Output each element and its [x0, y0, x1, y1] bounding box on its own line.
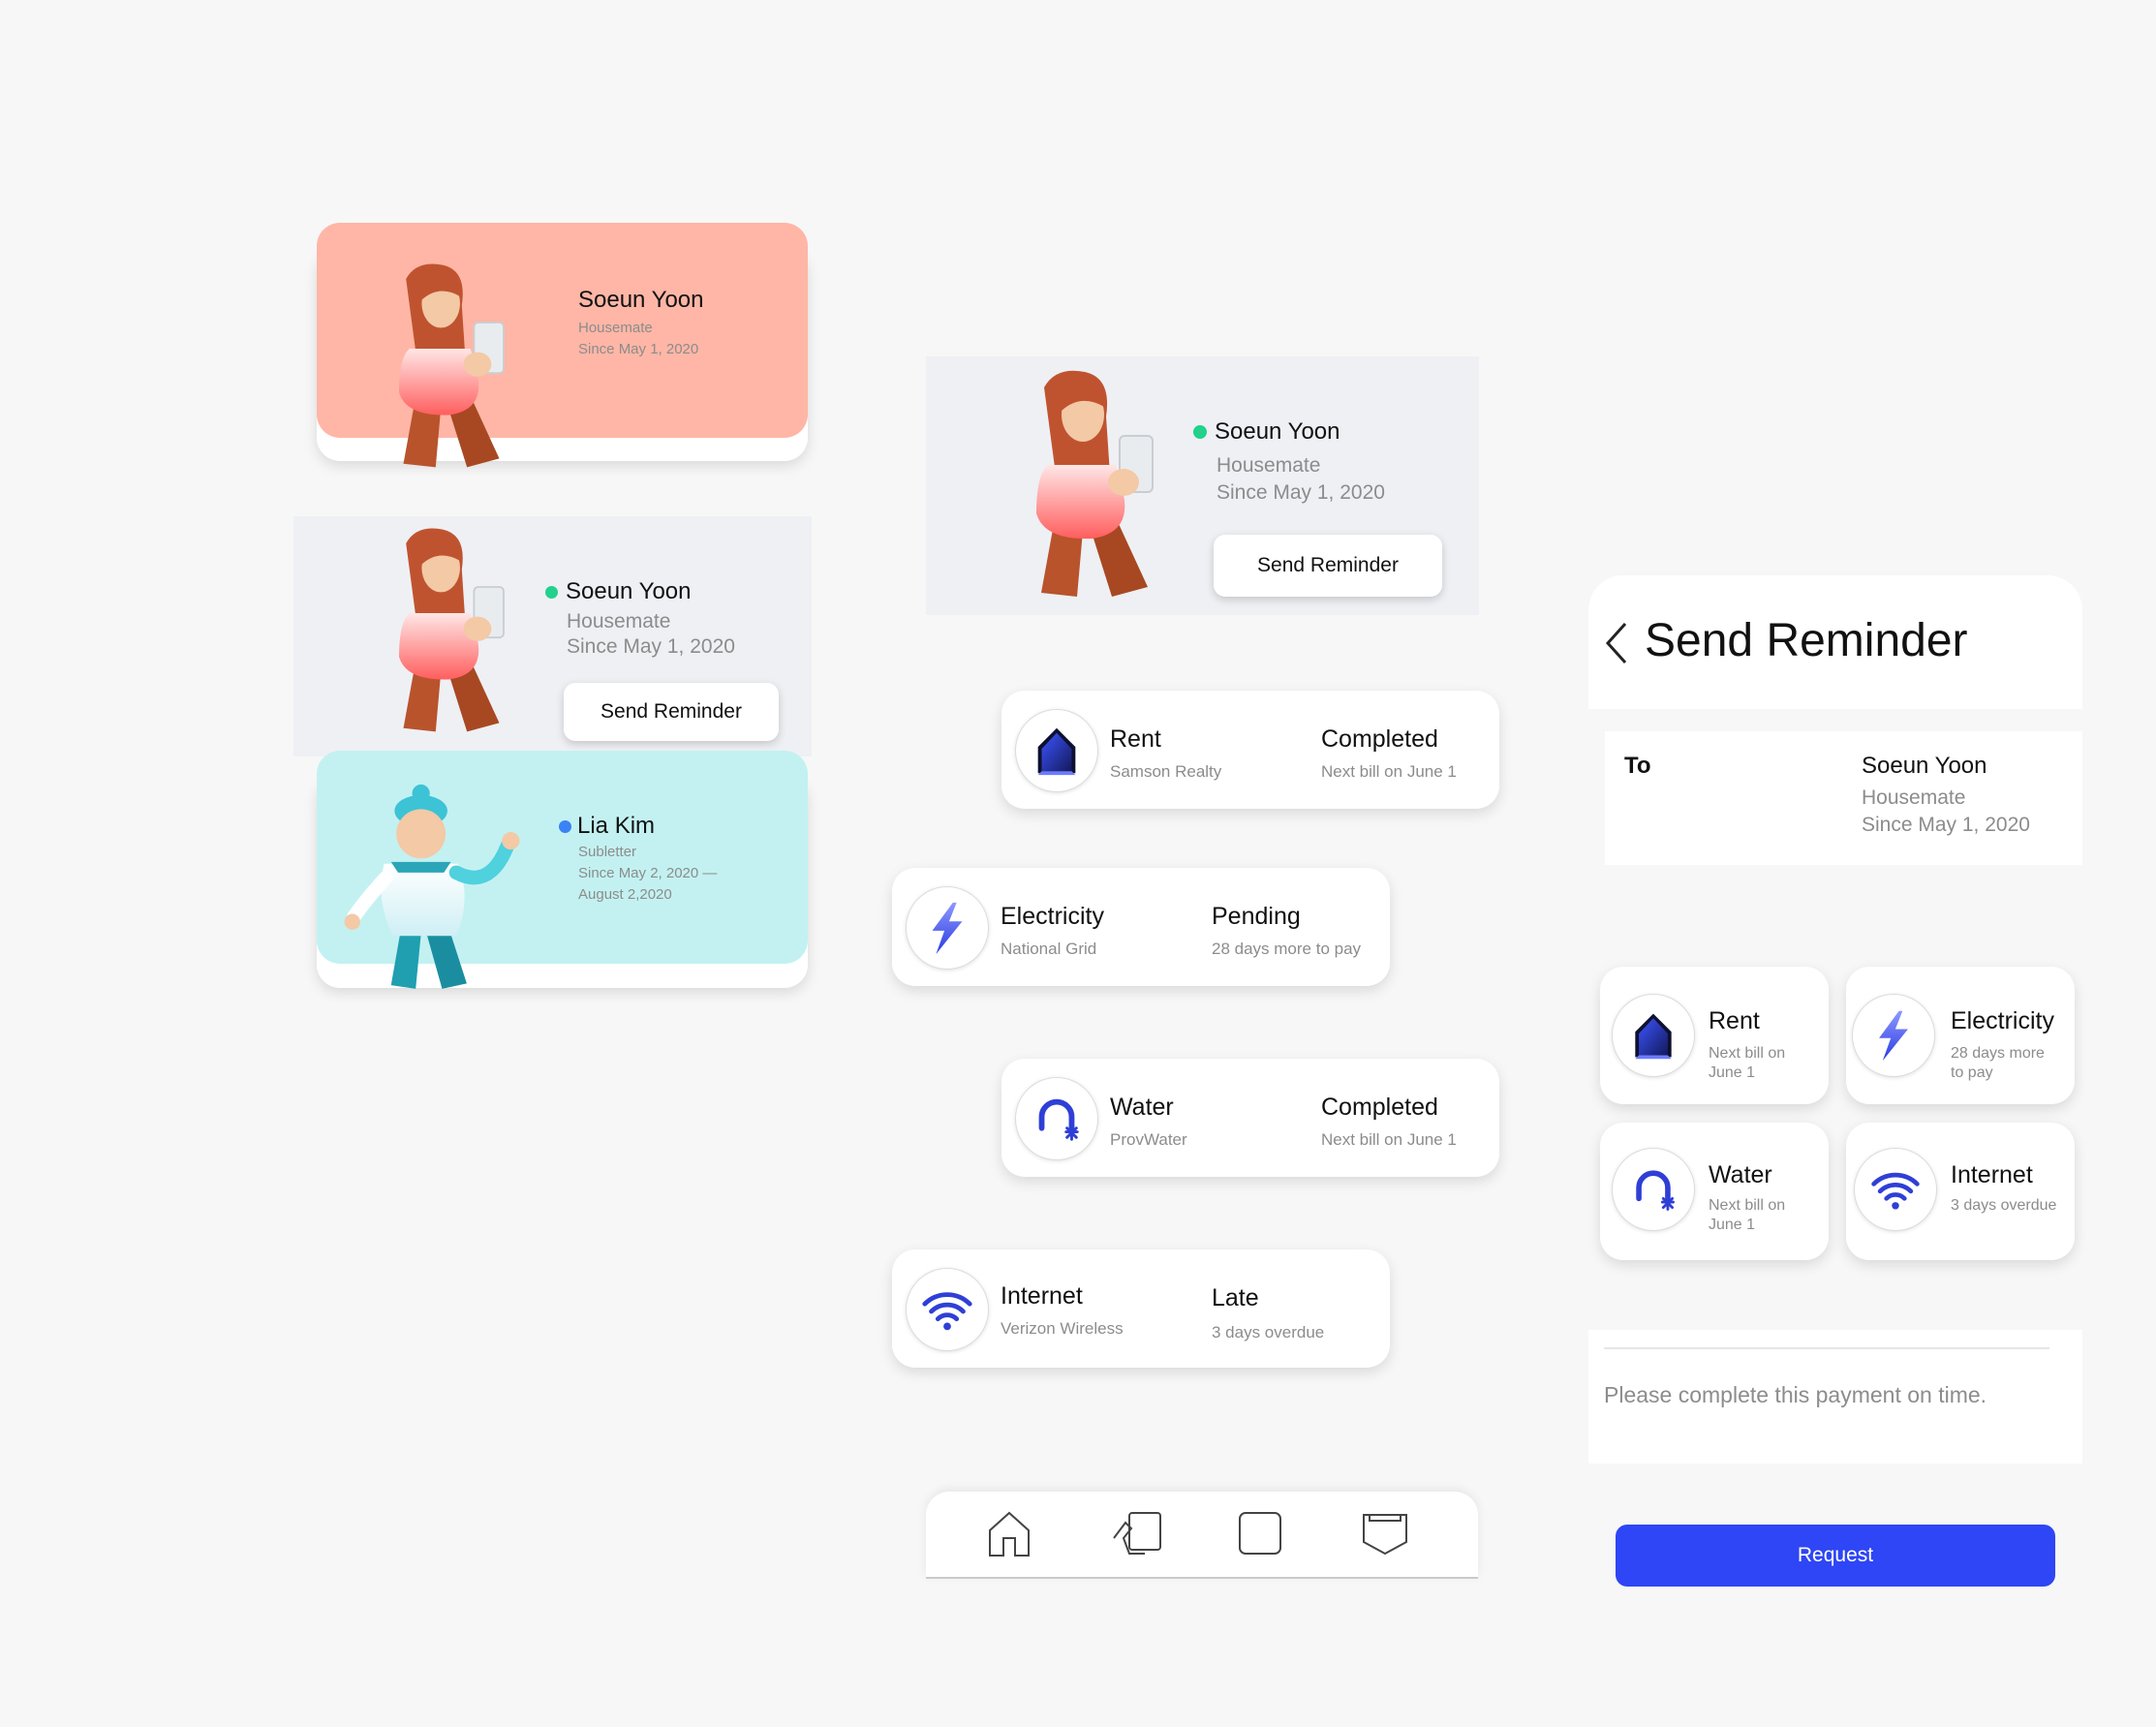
pocket-icon[interactable]: [1360, 1509, 1410, 1557]
recipient-name: Soeun Yoon: [1862, 753, 1987, 779]
divider: [1604, 1347, 2049, 1349]
bill-note: 3 days overdue: [1212, 1323, 1325, 1342]
lightning-icon: [906, 886, 989, 970]
reminder-header: Send Reminder: [1588, 575, 2082, 709]
bill-card-water[interactable]: Water ProvWater Completed Next bill on J…: [1001, 1059, 1499, 1177]
tile-sub: 3 days overdue: [1951, 1197, 2057, 1214]
profile-card-soeun-gray: Soeun Yoon Housemate Since May 1, 2020 S…: [293, 516, 812, 756]
tile-sub-2: June 1: [1709, 1217, 1756, 1233]
recipient-since: Since May 1, 2020: [1862, 814, 2030, 836]
bill-title: Electricity: [1001, 903, 1104, 930]
profile-card-soeun-large: Soeun Yoon Housemate Since May 1, 2020 S…: [926, 356, 1479, 615]
bill-title: Water: [1110, 1094, 1174, 1121]
send-reminder-button[interactable]: Send Reminder: [1214, 535, 1442, 597]
bill-title: Internet: [1001, 1282, 1083, 1310]
tile-sub-2: June 1: [1709, 1064, 1756, 1081]
wifi-icon: [1854, 1148, 1937, 1231]
profile-name: Soeun Yoon: [566, 578, 692, 604]
avatar-soeun: [988, 366, 1182, 602]
profile-name: Soeun Yoon: [578, 287, 704, 313]
page-title: Send Reminder: [1645, 615, 1968, 666]
tile-title: Water: [1709, 1161, 1772, 1188]
bill-note: Next bill on June 1: [1321, 762, 1457, 781]
bill-provider: ProvWater: [1110, 1130, 1187, 1149]
tile-title: Rent: [1709, 1007, 1760, 1034]
tile-sub: 28 days more: [1951, 1045, 2045, 1062]
bill-title: Rent: [1110, 725, 1161, 753]
tile-sub: Next bill on: [1709, 1197, 1786, 1214]
avatar-lia: [340, 778, 534, 1002]
bill-tile-internet[interactable]: Internet 3 days overdue: [1846, 1123, 2075, 1260]
tile-sub-2: to pay: [1951, 1064, 1993, 1081]
bill-tile-water[interactable]: Water Next bill on June 1: [1600, 1123, 1829, 1260]
bill-provider: Verizon Wireless: [1001, 1319, 1124, 1338]
bill-status: Pending: [1212, 903, 1301, 930]
tile-sub: Next bill on: [1709, 1045, 1786, 1062]
bill-provider: National Grid: [1001, 940, 1097, 958]
avatar-soeun: [355, 260, 530, 473]
bill-provider: Samson Realty: [1110, 762, 1222, 781]
status-dot: [559, 819, 571, 833]
house-icon: [1612, 994, 1695, 1077]
faucet-icon: [1612, 1148, 1695, 1231]
home-icon[interactable]: [986, 1509, 1032, 1557]
online-status-dot: [1193, 425, 1207, 439]
profile-card-soeun-salmon[interactable]: Soeun Yoon Housemate Since May 1, 2020: [317, 223, 808, 461]
bill-tile-electricity[interactable]: Electricity 28 days more to pay: [1846, 967, 2075, 1104]
bill-status: Completed: [1321, 725, 1438, 753]
profile-since-end: August 2,2020: [578, 886, 672, 903]
tile-title: Internet: [1951, 1161, 2033, 1188]
hand-card-icon[interactable]: [1110, 1509, 1164, 1557]
lightning-icon: [1852, 994, 1935, 1077]
recipient-role: Housemate: [1862, 786, 1966, 809]
message-input[interactable]: Please complete this payment on time.: [1604, 1382, 1987, 1408]
request-button[interactable]: Request: [1616, 1525, 2055, 1587]
profile-name: Lia Kim: [577, 813, 656, 839]
bill-card-internet[interactable]: Internet Verizon Wireless Late 3 days ov…: [892, 1249, 1390, 1368]
bill-card-electricity[interactable]: Electricity National Grid Pending 28 day…: [892, 868, 1390, 986]
bottom-nav: [926, 1492, 1478, 1579]
profile-card-lia-kim[interactable]: Lia Kim Subletter Since May 2, 2020 — Au…: [317, 751, 808, 988]
faucet-icon: [1015, 1077, 1098, 1160]
profile-since: Since May 2, 2020 —: [578, 865, 718, 881]
profile-role: Housemate: [1217, 454, 1321, 477]
bill-tile-rent[interactable]: Rent Next bill on June 1: [1600, 967, 1829, 1104]
online-status-dot: [545, 585, 558, 599]
to-label: To: [1624, 753, 1651, 779]
profile-role: Housemate: [578, 320, 653, 336]
avatar-soeun: [355, 524, 530, 737]
chevron-left-icon[interactable]: [1602, 620, 1629, 666]
profile-name: Soeun Yoon: [1215, 418, 1340, 445]
send-reminder-button[interactable]: Send Reminder: [564, 683, 779, 741]
profile-role: Subletter: [578, 844, 637, 860]
profile-since: Since May 1, 2020: [1217, 481, 1385, 504]
wifi-icon: [906, 1268, 989, 1351]
square-icon[interactable]: [1236, 1509, 1284, 1557]
bill-status: Late: [1212, 1284, 1259, 1311]
bill-card-rent[interactable]: Rent Samson Realty Completed Next bill o…: [1001, 691, 1499, 809]
profile-role: Housemate: [567, 610, 671, 632]
recipient-section: To Soeun Yoon Housemate Since May 1, 202…: [1605, 731, 2082, 865]
profile-since: Since May 1, 2020: [578, 341, 699, 357]
bill-status: Completed: [1321, 1094, 1438, 1121]
tile-title: Electricity: [1951, 1007, 2054, 1034]
house-icon: [1015, 709, 1098, 792]
profile-since: Since May 1, 2020: [567, 635, 735, 658]
message-area: Please complete this payment on time.: [1588, 1330, 2082, 1464]
bill-note: 28 days more to pay: [1212, 940, 1362, 958]
bill-note: Next bill on June 1: [1321, 1130, 1457, 1149]
